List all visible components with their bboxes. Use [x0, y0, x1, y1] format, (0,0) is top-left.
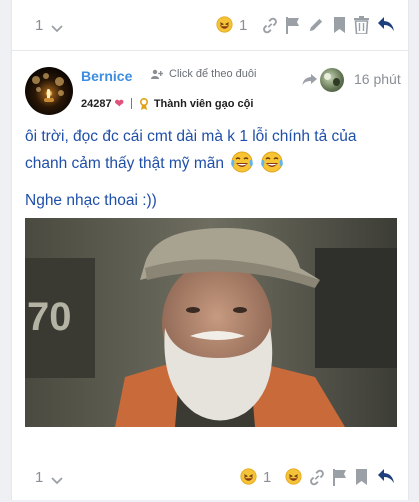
user-stats: 24287 ❤ Thành viên gạo cội: [81, 97, 254, 111]
edit-icon[interactable]: [308, 16, 325, 33]
flag-icon[interactable]: [332, 468, 348, 486]
reply-count: 1: [35, 16, 44, 34]
post-card: 1 1 Bernice Click để theo đuôi 24287 ❤ T…: [11, 0, 409, 500]
post-gif-image[interactable]: 70: [25, 218, 397, 427]
user-plus-icon: [151, 69, 163, 79]
post-actions-top: 1 1: [12, 0, 408, 51]
link-icon[interactable]: [261, 17, 279, 34]
laugh-emoji-icon[interactable]: [240, 468, 257, 485]
reply-to-avatar[interactable]: [320, 68, 344, 92]
likes-count: 24287: [81, 97, 112, 110]
reaction-count: 1: [239, 17, 248, 34]
post-text-line2: Nghe nhạc thoai :)): [25, 192, 157, 209]
replies-toggle[interactable]: 1: [35, 17, 64, 34]
reply-icon[interactable]: [377, 16, 395, 33]
replies-toggle[interactable]: 1: [35, 469, 64, 486]
chevron-down-icon: [50, 20, 64, 33]
username[interactable]: Bernice: [81, 68, 132, 84]
heart-icon: ❤: [114, 98, 124, 110]
share-icon[interactable]: [302, 73, 318, 86]
link-icon[interactable]: [308, 469, 326, 486]
reply-icon[interactable]: [377, 468, 395, 485]
bookmark-icon[interactable]: [333, 16, 346, 34]
rank-badge-icon: [139, 97, 149, 110]
post-body: ôi trời, đọc đc cái cmt dài mà k 1 lỗi c…: [25, 123, 403, 214]
post-text-line1: ôi trời, đọc đc cái cmt dài mà k 1 lỗi c…: [25, 128, 357, 172]
follow-label: Click để theo đuôi: [169, 68, 257, 80]
chevron-down-icon: [50, 472, 64, 485]
divider: [130, 98, 132, 109]
reply-count: 1: [35, 468, 44, 486]
flag-icon[interactable]: [285, 16, 301, 34]
post-time[interactable]: 16 phút: [354, 71, 401, 87]
tears-of-joy-emoji-icon: [231, 151, 254, 173]
trash-icon[interactable]: [354, 16, 369, 34]
reaction-count: 1: [263, 469, 272, 486]
bookmark-icon[interactable]: [355, 468, 368, 486]
post-header: Bernice Click để theo đuôi 24287 ❤ Thành…: [12, 62, 408, 120]
tears-of-joy-emoji-icon: [260, 151, 283, 173]
follow-button[interactable]: Click để theo đuôi: [151, 68, 256, 80]
gif-overlay-text: 70: [27, 295, 72, 339]
laugh-emoji-icon[interactable]: [216, 16, 233, 33]
laugh-emoji-icon[interactable]: [285, 468, 302, 485]
avatar[interactable]: [25, 67, 73, 115]
post-actions-bottom: 1 1: [12, 452, 408, 502]
rank-title: Thành viên gạo cội: [153, 97, 254, 110]
